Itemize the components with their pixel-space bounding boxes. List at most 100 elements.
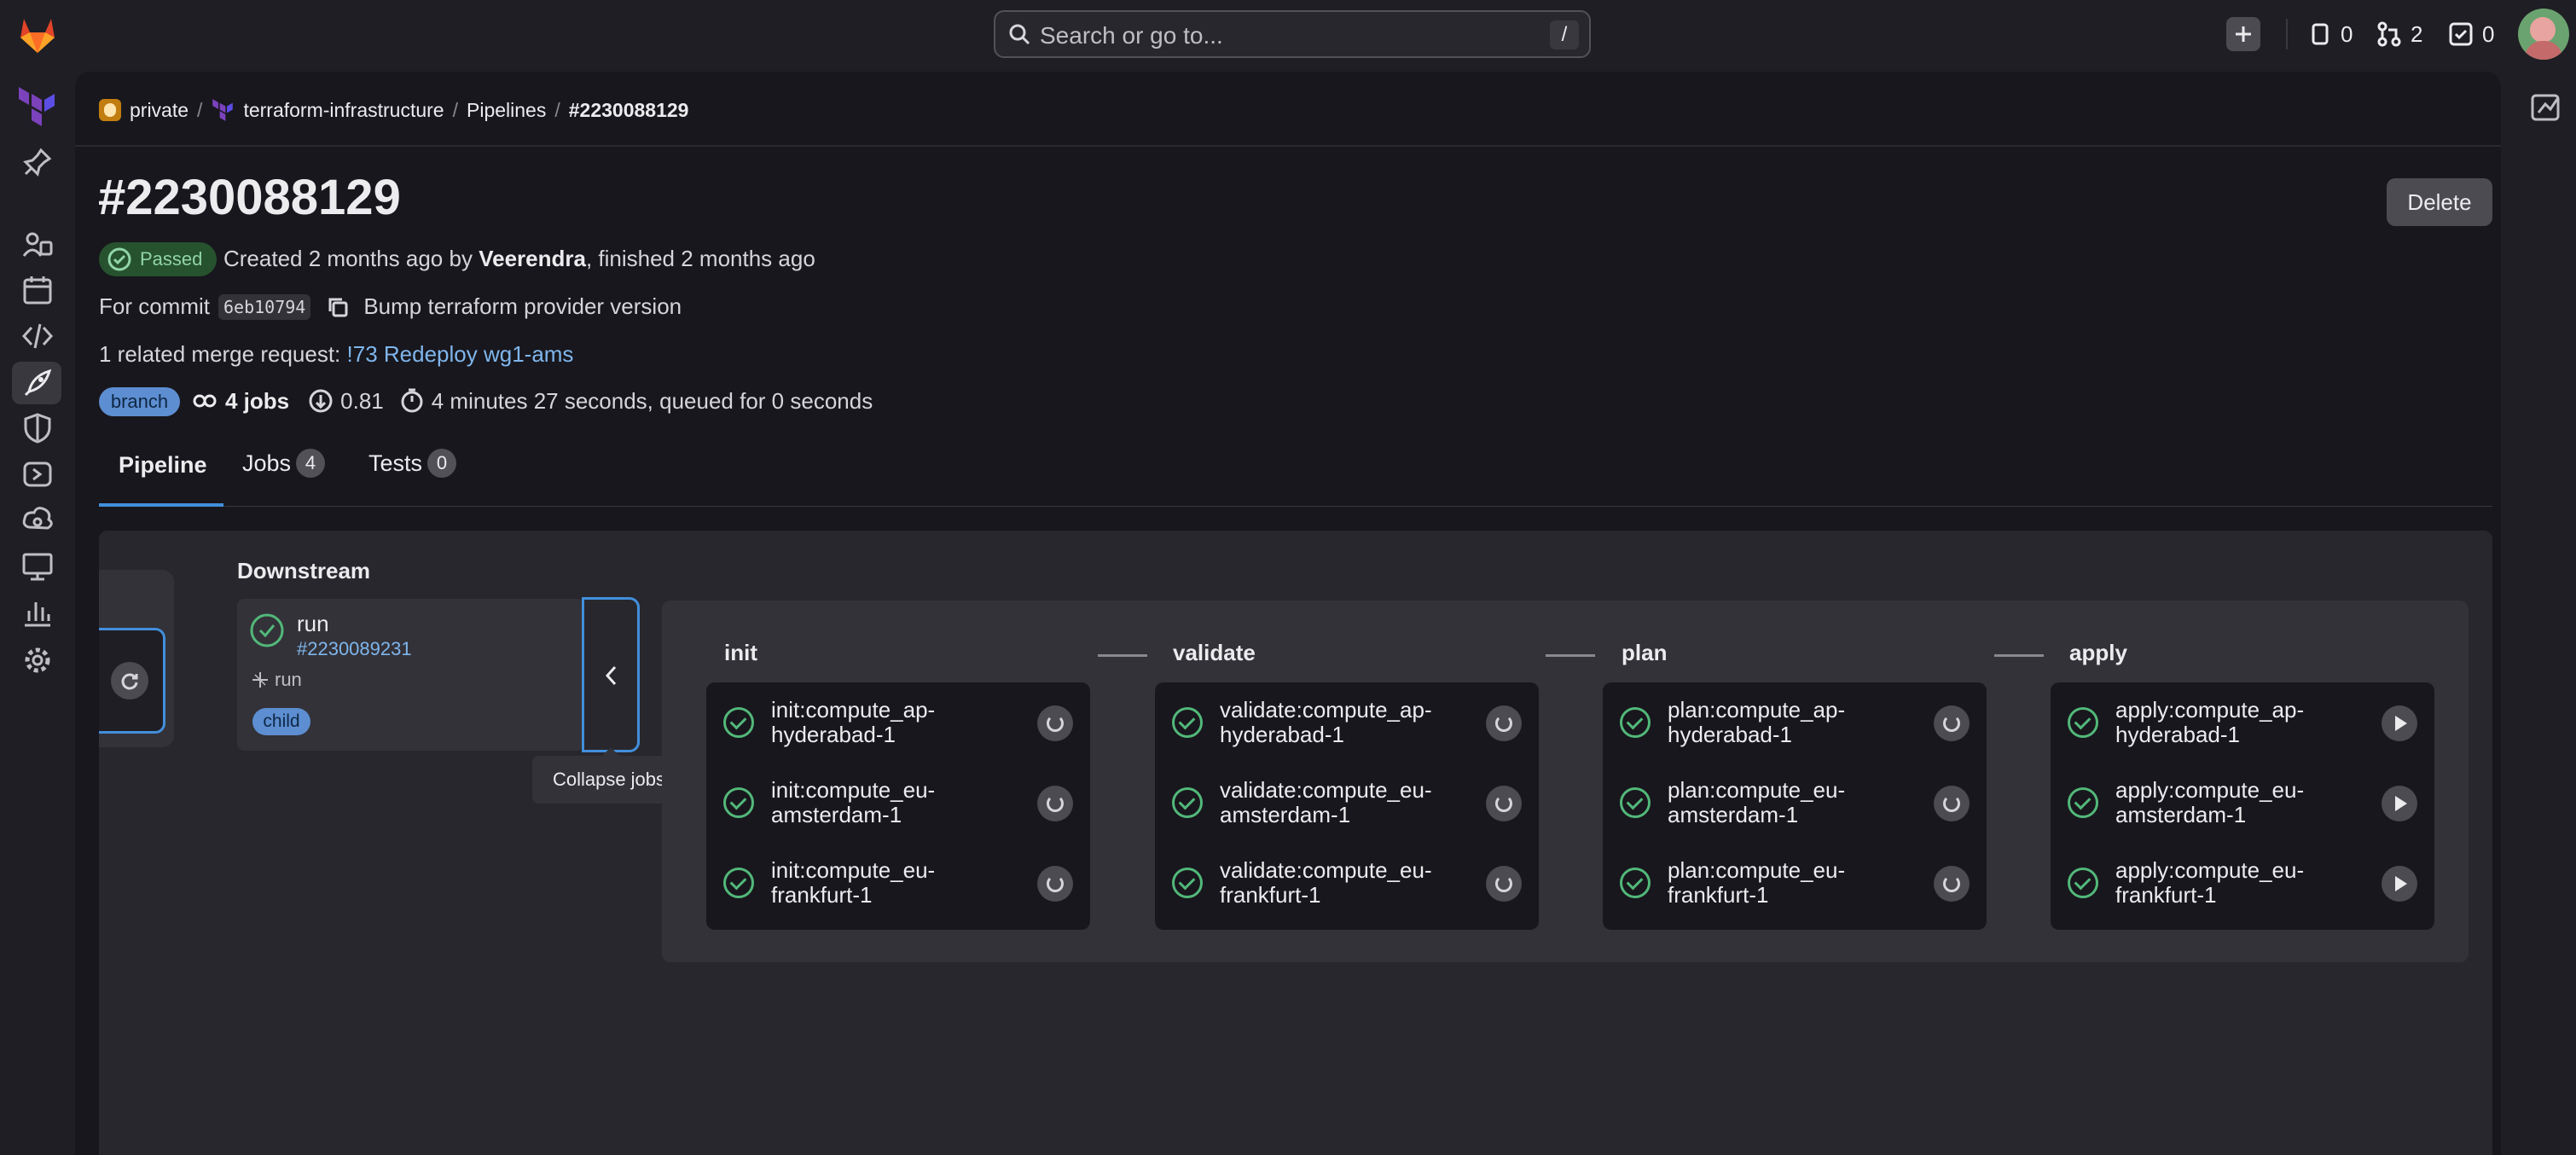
commit-message[interactable]: Bump terraform provider version: [363, 293, 682, 320]
downstream-title: Downstream: [237, 558, 371, 583]
play-button[interactable]: [2382, 866, 2417, 902]
status-badge[interactable]: Passed: [99, 242, 217, 276]
author-link[interactable]: Veerendra: [479, 246, 586, 271]
downstream-name: run: [297, 611, 329, 636]
coverage-icon: [309, 389, 333, 413]
clock-icon: [401, 388, 423, 413]
manage-icon[interactable]: [20, 227, 55, 261]
job-item[interactable]: plan:compute_eu-frankfurt-1: [1603, 843, 1987, 923]
success-status-icon: [2068, 787, 2098, 818]
tab-tests-label: Tests: [368, 450, 423, 476]
job-name: apply:compute_eu-frankfurt-1: [2115, 857, 2305, 908]
stage-column-apply: apply:compute_ap-hyderabad-1 apply:compu…: [2051, 682, 2434, 930]
breadcrumb-item-pipelines[interactable]: Pipelines: [467, 99, 546, 122]
tab-tests[interactable]: Tests 0: [368, 449, 457, 478]
job-name: plan:compute_eu-frankfurt-1: [1668, 857, 1846, 908]
sidebar-toggle-icon[interactable]: [2530, 92, 2561, 123]
commit-prefix: For commit: [99, 293, 210, 319]
tab-jobs[interactable]: Jobs 4: [242, 449, 326, 478]
collapse-jobs-button[interactable]: [582, 597, 640, 752]
finished-info: , finished 2 months ago: [585, 246, 815, 271]
jobs-count: 4 jobs: [225, 387, 290, 414]
status-label: Passed: [140, 248, 203, 270]
stage-title-validate: validate: [1173, 640, 1256, 665]
retry-button[interactable]: [1934, 786, 1970, 821]
terraform-project-icon: [212, 99, 234, 121]
success-status-icon: [1620, 868, 1651, 898]
retry-button[interactable]: [1037, 866, 1073, 902]
upstream-retry-button[interactable]: [111, 662, 148, 699]
job-name: apply:compute_eu-amsterdam-1: [2115, 777, 2305, 827]
job-item[interactable]: init:compute_eu-amsterdam-1: [706, 763, 1090, 843]
success-status-icon: [1620, 707, 1651, 738]
search-input[interactable]: Search or go to... /: [994, 10, 1591, 58]
monitor-icon[interactable]: [20, 549, 55, 583]
commit-sha[interactable]: 6eb10794: [218, 293, 311, 320]
merge-request-link[interactable]: !73 Redeploy wg1-ams: [347, 341, 574, 367]
merge-request-icon: [2377, 21, 2401, 47]
job-item[interactable]: plan:compute_ap-hyderabad-1: [1603, 682, 1987, 763]
downstream-pipeline-link[interactable]: #2230089231: [297, 638, 412, 660]
todo-icon: [2449, 22, 2473, 46]
shield-icon[interactable]: [20, 411, 55, 445]
delete-button[interactable]: Delete: [2387, 178, 2492, 226]
breadcrumb-item-private[interactable]: private: [130, 99, 189, 122]
stage-title-apply: apply: [2069, 640, 2127, 665]
avatar[interactable]: [2518, 9, 2569, 60]
success-status-icon: [2068, 707, 2098, 738]
job-item[interactable]: plan:compute_eu-amsterdam-1: [1603, 763, 1987, 843]
job-item[interactable]: validate:compute_ap-hyderabad-1: [1155, 682, 1539, 763]
breadcrumb-item-project[interactable]: terraform-infrastructure: [243, 99, 444, 122]
tab-pipeline[interactable]: Pipeline: [119, 452, 207, 479]
stage-column-plan: plan:compute_ap-hyderabad-1 plan:compute…: [1603, 682, 1987, 930]
mr-prefix: 1 related merge request:: [99, 341, 341, 367]
copy-icon[interactable]: [326, 295, 350, 319]
play-button[interactable]: [2382, 705, 2417, 741]
issues-icon: [2312, 23, 2329, 45]
tabs-divider: [99, 506, 2492, 507]
deploy-icon[interactable]: [20, 457, 55, 491]
analytics-icon[interactable]: [20, 595, 55, 630]
settings-gear-icon[interactable]: [20, 643, 55, 677]
job-item[interactable]: init:compute_ap-hyderabad-1: [706, 682, 1090, 763]
job-item[interactable]: apply:compute_eu-amsterdam-1: [2051, 763, 2434, 843]
plan-icon[interactable]: [20, 273, 55, 307]
breadcrumb-item-current[interactable]: #2230088129: [569, 99, 689, 122]
merge-requests-count: 2: [2411, 20, 2423, 47]
operate-icon[interactable]: [20, 503, 55, 537]
gitlab-logo-icon[interactable]: [17, 15, 58, 55]
success-status-icon: [1620, 787, 1651, 818]
breadcrumb-divider: [75, 145, 2501, 147]
success-status-icon: [250, 613, 284, 647]
retry-button[interactable]: [1037, 705, 1073, 741]
job-item[interactable]: apply:compute_ap-hyderabad-1: [2051, 682, 2434, 763]
issues-counter[interactable]: 0: [2308, 19, 2353, 49]
job-item[interactable]: apply:compute_eu-frankfurt-1: [2051, 843, 2434, 923]
retry-button[interactable]: [1486, 705, 1522, 741]
created-prefix: Created 2 months ago by: [223, 246, 473, 271]
success-status-icon: [723, 787, 754, 818]
retry-button[interactable]: [1486, 786, 1522, 821]
job-item[interactable]: validate:compute_eu-frankfurt-1: [1155, 843, 1539, 923]
success-status-icon: [2068, 868, 2098, 898]
merge-request-info: 1 related merge request: !73 Redeploy wg…: [99, 341, 573, 368]
build-rocket-icon[interactable]: [20, 366, 55, 400]
active-tab-indicator: [99, 503, 223, 507]
code-icon[interactable]: [20, 319, 55, 353]
terraform-project-icon[interactable]: [17, 85, 56, 128]
create-new-button[interactable]: [2226, 17, 2260, 51]
todos-counter[interactable]: 0: [2448, 19, 2494, 49]
duration-text: 4 minutes 27 seconds, queued for 0 secon…: [431, 387, 873, 414]
job-item[interactable]: init:compute_eu-frankfurt-1: [706, 843, 1090, 923]
job-name: validate:compute_eu-frankfurt-1: [1220, 857, 1432, 908]
retry-button[interactable]: [1934, 705, 1970, 741]
search-shortcut: /: [1550, 20, 1579, 49]
job-item[interactable]: validate:compute_eu-amsterdam-1: [1155, 763, 1539, 843]
play-button[interactable]: [2382, 786, 2417, 821]
retry-button[interactable]: [1037, 786, 1073, 821]
pin-icon[interactable]: [20, 145, 55, 179]
job-name: init:compute_eu-frankfurt-1: [771, 857, 936, 908]
merge-requests-counter[interactable]: 2: [2376, 19, 2422, 49]
retry-button[interactable]: [1486, 866, 1522, 902]
retry-button[interactable]: [1934, 866, 1970, 902]
